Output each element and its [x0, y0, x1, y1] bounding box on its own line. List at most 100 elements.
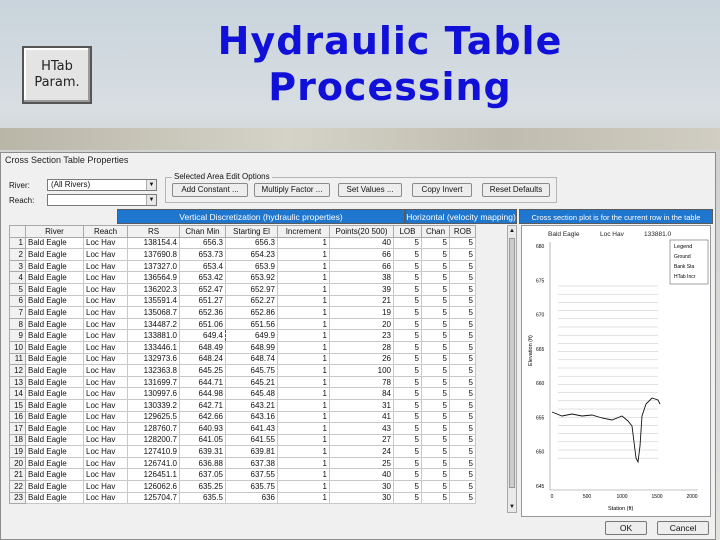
table-cell[interactable]: 649.9 [225, 329, 278, 342]
table-cell[interactable]: 1 [277, 259, 330, 273]
table-cell[interactable]: Bald Eagle [25, 248, 84, 261]
table-cell[interactable]: 129625.5 [127, 410, 180, 424]
table-cell[interactable]: 5 [449, 236, 476, 250]
table-cell[interactable]: 5 [449, 271, 476, 284]
table-cell[interactable]: 20 [329, 317, 394, 331]
table-cell[interactable]: 66 [329, 259, 394, 273]
table-cell[interactable]: 648.74 [225, 352, 278, 366]
add-constant-button[interactable]: Add Constant ... [172, 183, 248, 197]
table-cell[interactable]: 5 [421, 433, 450, 447]
table-cell[interactable]: Loc Hav [83, 236, 128, 250]
scroll-down-icon[interactable]: ▼ [508, 502, 516, 512]
table-cell[interactable]: 126451.1 [127, 468, 180, 482]
table-cell[interactable]: Bald Eagle [25, 259, 84, 273]
table-cell[interactable]: 645.75 [225, 364, 278, 377]
table-cell[interactable]: 5 [421, 387, 450, 400]
table-cell[interactable]: 5 [393, 352, 422, 366]
table-cell[interactable]: Loc Hav [83, 398, 128, 412]
table-cell[interactable]: 41 [329, 410, 394, 424]
table-cell[interactable]: 5 [393, 329, 422, 342]
table-cell[interactable]: Loc Hav [83, 259, 128, 273]
table-cell[interactable]: 1 [277, 236, 330, 250]
table-cell[interactable]: 1 [277, 422, 330, 435]
table-cell[interactable]: 127410.9 [127, 445, 180, 458]
table-cell[interactable]: 5 [449, 491, 476, 505]
table-cell[interactable]: 27 [329, 433, 394, 447]
table-cell[interactable]: 135068.7 [127, 306, 180, 319]
table-cell[interactable]: Loc Hav [83, 445, 128, 458]
table-cell[interactable]: 654.23 [225, 248, 278, 261]
table-cell[interactable]: Loc Hav [83, 468, 128, 482]
table-cell[interactable]: 5 [449, 387, 476, 400]
table-cell[interactable]: 652.86 [225, 306, 278, 319]
table-cell[interactable]: 643.16 [225, 410, 278, 424]
table-cell[interactable]: 645.48 [225, 387, 278, 400]
table-cell[interactable]: 5 [393, 340, 422, 354]
table-cell[interactable]: 5 [393, 387, 422, 400]
table-cell[interactable]: 128200.7 [127, 433, 180, 447]
table-cell[interactable]: 5 [449, 375, 476, 389]
table-cell[interactable]: 5 [449, 456, 476, 470]
table-cell[interactable]: 1 [277, 364, 330, 377]
table-cell[interactable]: Loc Hav [83, 364, 128, 377]
table-cell[interactable]: 656.3 [225, 236, 278, 250]
table-cell[interactable]: 5 [393, 398, 422, 412]
table-cell[interactable]: 5 [393, 491, 422, 505]
chevron-down-icon[interactable]: ▼ [146, 195, 156, 205]
table-cell[interactable]: 652.97 [225, 282, 278, 296]
table-cell[interactable]: 5 [393, 294, 422, 308]
table-cell[interactable]: 5 [393, 306, 422, 319]
table-cell[interactable]: 640.93 [179, 422, 226, 435]
table-cell[interactable]: 5 [421, 340, 450, 354]
table-cell[interactable]: 1 [277, 398, 330, 412]
table-cell[interactable]: 5 [421, 317, 450, 331]
table-cell[interactable]: 5 [449, 410, 476, 424]
table-cell[interactable]: 5 [449, 468, 476, 482]
table-cell[interactable]: Loc Hav [83, 410, 128, 424]
table-cell[interactable]: 5 [421, 294, 450, 308]
table-cell[interactable]: 648.24 [179, 352, 226, 366]
table-cell[interactable]: 5 [449, 398, 476, 412]
table-cell[interactable]: 1 [277, 480, 330, 493]
table-cell[interactable]: 5 [393, 282, 422, 296]
table-cell[interactable]: 5 [393, 259, 422, 273]
table-cell[interactable]: 5 [449, 364, 476, 377]
table-cell[interactable]: Bald Eagle [25, 422, 84, 435]
table-cell[interactable]: 5 [449, 259, 476, 273]
table-cell[interactable]: 656.3 [179, 236, 226, 250]
table-cell[interactable]: Bald Eagle [25, 364, 84, 377]
table-cell[interactable]: 5 [393, 375, 422, 389]
table-cell[interactable]: 1 [277, 456, 330, 470]
table-cell[interactable]: 649.4 [179, 329, 226, 342]
table-cell[interactable]: 653.4 [179, 259, 226, 273]
table-cell[interactable]: 133881.0 [127, 329, 180, 342]
table-cell[interactable]: 132363.8 [127, 364, 180, 377]
table-cell[interactable]: Bald Eagle [25, 480, 84, 493]
table-cell[interactable]: 1 [277, 282, 330, 296]
table-cell[interactable]: 1 [277, 410, 330, 424]
table-cell[interactable]: 5 [421, 364, 450, 377]
table-cell[interactable]: 5 [393, 422, 422, 435]
table-cell[interactable]: 66 [329, 248, 394, 261]
table-cell[interactable]: 5 [421, 248, 450, 261]
table-cell[interactable]: 651.56 [225, 317, 278, 331]
table-cell[interactable]: Loc Hav [83, 387, 128, 400]
table-cell[interactable]: 1 [277, 317, 330, 331]
table-cell[interactable]: Bald Eagle [25, 387, 84, 400]
table-cell[interactable]: 5 [449, 329, 476, 342]
table-cell[interactable]: 130997.6 [127, 387, 180, 400]
table-cell[interactable]: 5 [393, 410, 422, 424]
table-cell[interactable]: 1 [277, 248, 330, 261]
table-cell[interactable]: 30 [329, 491, 394, 505]
table-cell[interactable]: 642.71 [179, 398, 226, 412]
table-cell[interactable]: Bald Eagle [25, 352, 84, 366]
table-cell[interactable]: Bald Eagle [25, 491, 84, 505]
table-cell[interactable]: 138154.4 [127, 236, 180, 250]
table-cell[interactable]: 23 [329, 329, 394, 342]
table-cell[interactable]: 1 [277, 271, 330, 284]
table-cell[interactable]: 5 [421, 422, 450, 435]
table-cell[interactable]: 641.43 [225, 422, 278, 435]
table-cell[interactable]: 653.92 [225, 271, 278, 284]
table-cell[interactable]: 644.98 [179, 387, 226, 400]
table-cell[interactable]: Loc Hav [83, 480, 128, 493]
